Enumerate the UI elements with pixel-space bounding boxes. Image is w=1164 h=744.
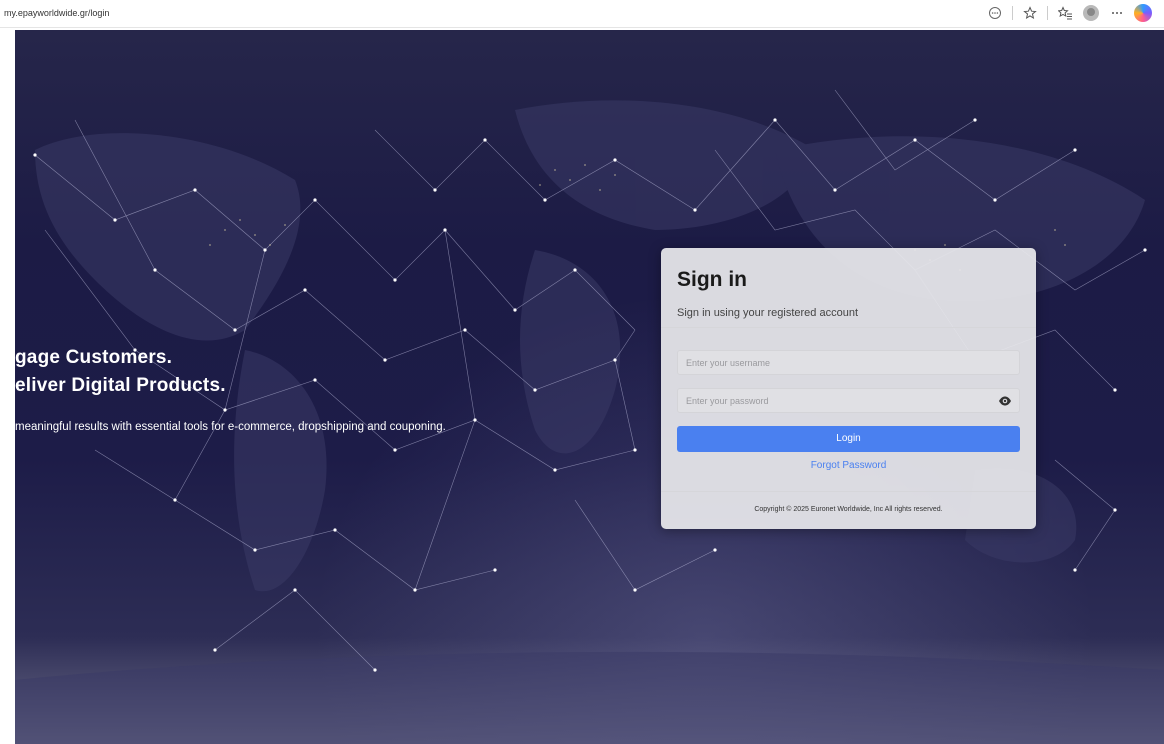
signin-title: Sign in <box>677 268 747 291</box>
favorite-star-icon[interactable] <box>1021 4 1039 22</box>
login-button[interactable]: Login <box>677 426 1020 452</box>
signin-subtitle: Sign in using your registered account <box>677 307 858 319</box>
copilot-icon[interactable] <box>1134 4 1152 22</box>
card-footer-divider <box>661 491 1036 492</box>
address-bar-url[interactable]: my.epayworldwide.gr/login <box>4 8 109 18</box>
card-divider <box>661 327 1036 328</box>
forgot-password-link[interactable]: Forgot Password <box>661 460 1036 471</box>
browser-toolbar: my.epayworldwide.gr/login <box>0 0 1164 28</box>
toolbar-divider <box>1047 6 1048 20</box>
hero-headline-line1: gage Customers. <box>15 347 173 368</box>
login-page-background: gage Customers. eliver Digital Products.… <box>15 30 1164 744</box>
signin-card: Sign in Sign in using your registered ac… <box>661 248 1036 529</box>
toolbar-divider <box>1012 6 1013 20</box>
password-input[interactable] <box>677 388 1020 413</box>
username-input[interactable] <box>677 350 1020 375</box>
hero-subtitle: meaningful results with essential tools … <box>15 421 446 433</box>
more-options-icon[interactable] <box>986 4 1004 22</box>
ellipsis-icon[interactable] <box>1108 4 1126 22</box>
browser-actions <box>986 4 1152 22</box>
show-password-eye-icon[interactable] <box>998 394 1012 406</box>
copyright-text: Copyright © 2025 Euronet Worldwide, Inc … <box>754 506 943 513</box>
profile-avatar-icon[interactable] <box>1082 4 1100 22</box>
hero-headline-line2: eliver Digital Products. <box>15 375 226 396</box>
favorites-list-icon[interactable] <box>1056 4 1074 22</box>
